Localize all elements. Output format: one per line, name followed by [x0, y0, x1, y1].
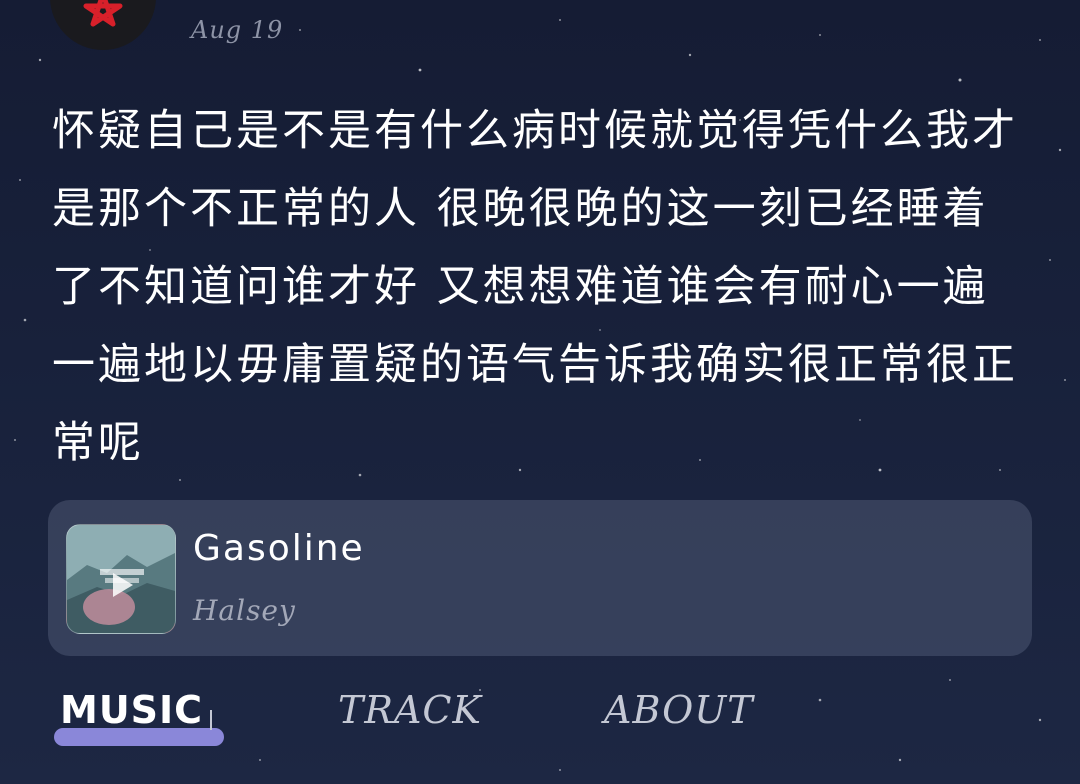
post-text: 怀疑自己是不是有什么病时候就觉得凭什么我才是那个不正常的人 很晚很晚的这一刻已经… [52, 106, 1018, 468]
song-title: Gasoline [193, 528, 365, 569]
tab-divider [210, 710, 212, 730]
album-cover[interactable] [66, 524, 176, 634]
music-card[interactable]: Gasoline Halsey [48, 500, 1032, 656]
tab-track[interactable]: TRACK [338, 688, 482, 732]
tab-music[interactable]: MUSIC [60, 688, 203, 732]
tab-about[interactable]: ABOUT [604, 688, 754, 732]
avatar[interactable] [50, 0, 156, 50]
post-date: Aug 19 [191, 16, 284, 44]
pentagram-icon [83, 0, 123, 27]
song-artist: Halsey [193, 594, 296, 627]
tab-bar: MUSIC TRACK ABOUT [0, 688, 1080, 752]
album-cover-icon [67, 525, 175, 633]
